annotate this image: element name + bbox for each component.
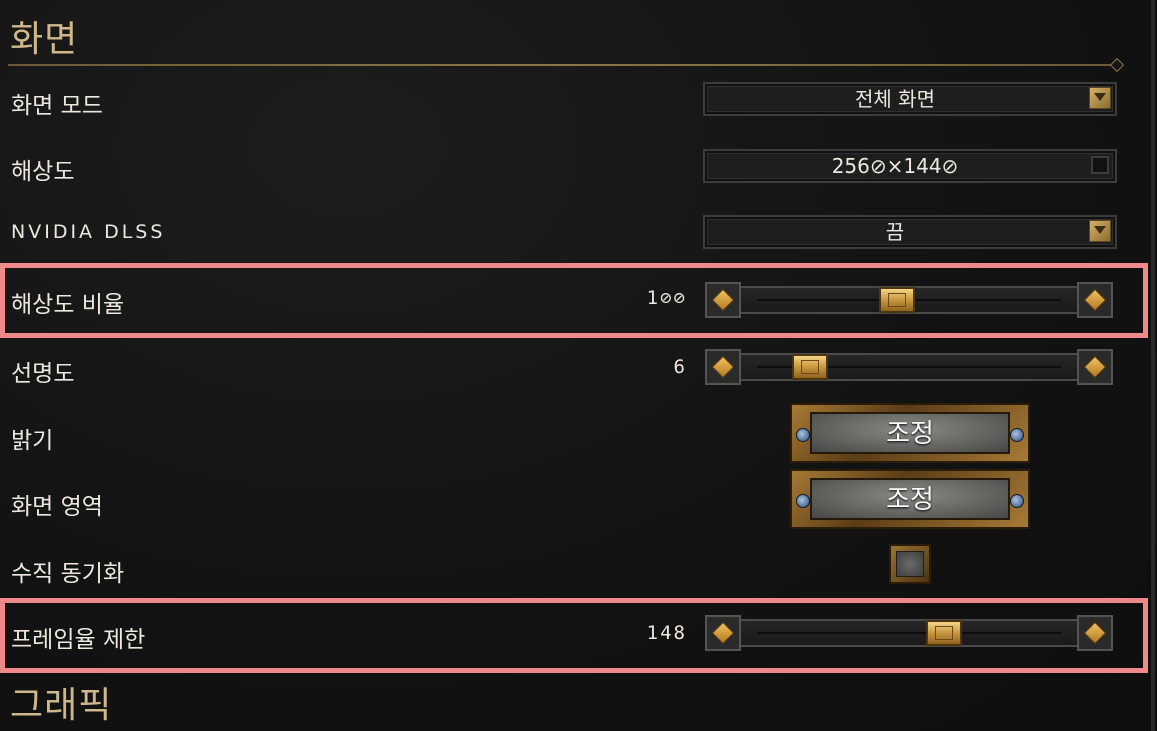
- slider-decrease-button[interactable]: [705, 282, 741, 318]
- slider-thumb[interactable]: [878, 287, 915, 313]
- slider-track[interactable]: [739, 353, 1079, 381]
- display-mode-label: 화면 모드: [11, 93, 103, 119]
- sharpness-label: 선명도: [11, 361, 75, 387]
- rivet-icon: [796, 428, 810, 442]
- brightness-adjust-button[interactable]: 조정: [790, 403, 1030, 463]
- dlss-value: 끔: [885, 220, 905, 244]
- brightness-adjust-label: 조정: [810, 412, 1010, 454]
- dlss-label: NVIDIA DLSS: [11, 221, 166, 243]
- screen-area-adjust-label: 조정: [810, 478, 1010, 520]
- section-divider: [8, 64, 1116, 66]
- frame-limit-slider[interactable]: [705, 615, 1113, 651]
- slider-increase-button[interactable]: [1077, 349, 1113, 385]
- screen-area-adjust-button[interactable]: 조정: [790, 469, 1030, 529]
- arrow-right-icon: [1083, 621, 1107, 645]
- display-mode-value: 전체 화면: [855, 87, 935, 111]
- resolution-scale-label: 해상도 비율: [11, 292, 125, 318]
- rivet-icon: [796, 494, 810, 508]
- vsync-checkbox[interactable]: [889, 544, 931, 584]
- arrow-right-icon: [1083, 355, 1107, 379]
- arrow-left-icon: [711, 288, 735, 312]
- checkbox-fill: [896, 551, 924, 577]
- frame-limit-label: 프레임율 제한: [11, 627, 146, 653]
- arrow-left-icon: [711, 621, 735, 645]
- slider-decrease-button[interactable]: [705, 615, 741, 651]
- slider-increase-button[interactable]: [1077, 615, 1113, 651]
- rivet-icon: [1010, 494, 1024, 508]
- section-title-graphics: 그래픽: [10, 685, 113, 726]
- resolution-value: 256⊘×144⊘: [831, 154, 959, 178]
- arrow-right-icon: [1083, 288, 1107, 312]
- slider-track[interactable]: [739, 619, 1079, 647]
- chevron-down-icon[interactable]: [1089, 220, 1111, 242]
- scrollbar[interactable]: [1151, 0, 1155, 731]
- slider-thumb[interactable]: [791, 354, 828, 380]
- section-title-display: 화면: [10, 19, 79, 60]
- resolution-dropdown[interactable]: 256⊘×144⊘: [703, 149, 1117, 183]
- slider-decrease-button[interactable]: [705, 349, 741, 385]
- resolution-scale-value: 1⊘⊘: [646, 287, 687, 309]
- sharpness-slider[interactable]: [705, 349, 1113, 385]
- vsync-label: 수직 동기화: [11, 561, 125, 587]
- slider-thumb[interactable]: [925, 620, 962, 646]
- brightness-label: 밝기: [11, 428, 54, 454]
- sharpness-value: 6: [673, 356, 687, 378]
- dlss-dropdown[interactable]: 끔: [703, 215, 1117, 249]
- slider-increase-button[interactable]: [1077, 282, 1113, 318]
- arrow-left-icon: [711, 355, 735, 379]
- resolution-scale-slider[interactable]: [705, 282, 1113, 318]
- rivet-icon: [1010, 428, 1024, 442]
- resolution-disabled-box-icon: [1091, 156, 1109, 174]
- screen-area-label: 화면 영역: [11, 494, 103, 520]
- chevron-down-icon[interactable]: [1089, 87, 1111, 109]
- frame-limit-value: 148: [646, 622, 687, 644]
- display-mode-dropdown[interactable]: 전체 화면: [703, 82, 1117, 116]
- resolution-label: 해상도: [11, 159, 75, 185]
